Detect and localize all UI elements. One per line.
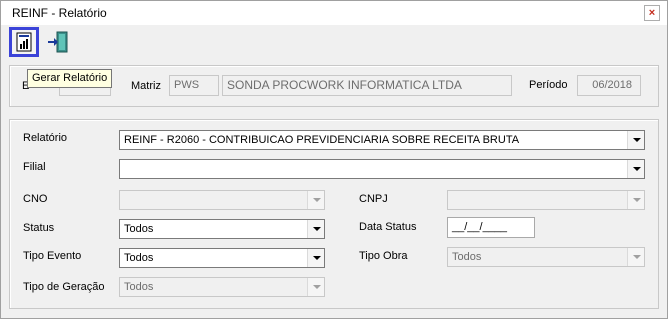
matriz-code-field: PWS [169, 75, 219, 96]
generate-report-button[interactable] [9, 27, 39, 57]
tipo-obra-label: Tipo Obra [359, 250, 408, 262]
chevron-down-icon[interactable] [627, 131, 644, 149]
tipo-geracao-value: Todos [124, 281, 154, 293]
tipo-evento-value: Todos [124, 252, 154, 264]
tipo-obra-select: Todos [447, 247, 645, 267]
matriz-name-field: SONDA PROCWORK INFORMATICA LTDA [222, 75, 512, 96]
tipo-obra-value: Todos [452, 251, 482, 263]
filial-select[interactable] [119, 159, 645, 179]
chevron-down-icon [627, 248, 644, 266]
chevron-down-icon[interactable] [307, 220, 324, 238]
title-bar: REINF - Relatório × [1, 1, 667, 25]
status-select[interactable]: Todos [119, 219, 325, 239]
chevron-down-icon [307, 191, 324, 209]
relatorio-label: Relatório [23, 132, 68, 144]
tipo-evento-select[interactable]: Todos [119, 248, 325, 268]
relatorio-value: REINF - R2060 - CONTRIBUICAO PREVIDENCIA… [124, 134, 520, 146]
cnpj-label: CNPJ [359, 193, 388, 205]
data-status-label: Data Status [359, 221, 417, 233]
matriz-label: Matriz [131, 80, 161, 92]
chevron-down-icon[interactable] [627, 160, 644, 178]
chevron-down-icon[interactable] [307, 249, 324, 267]
periodo-label: Período [529, 79, 568, 91]
exit-door-icon [48, 31, 68, 53]
tipo-evento-label: Tipo Evento [23, 250, 82, 262]
tipo-geracao-select: Todos [119, 277, 325, 297]
report-document-icon [16, 32, 32, 52]
cnpj-select [447, 190, 645, 210]
periodo-field: 06/2018 [577, 75, 641, 96]
cno-select [119, 190, 325, 210]
report-window: REINF - Relatório × Gerar Relatório E 1 … [0, 0, 668, 319]
cno-label: CNO [23, 193, 48, 205]
filial-label: Filial [23, 161, 46, 173]
close-button[interactable]: × [644, 5, 660, 21]
relatorio-select[interactable]: REINF - R2060 - CONTRIBUICAO PREVIDENCIA… [119, 130, 645, 150]
chevron-down-icon [307, 278, 324, 296]
data-status-input[interactable]: __/__/____ [447, 217, 535, 238]
chevron-down-icon [627, 191, 644, 209]
exit-button[interactable] [45, 29, 75, 59]
tipo-geracao-label: Tipo de Geração [23, 281, 105, 293]
generate-report-tooltip: Gerar Relatório [27, 69, 113, 88]
window-title: REINF - Relatório [12, 6, 107, 20]
status-label: Status [23, 222, 55, 234]
status-value: Todos [124, 223, 154, 235]
